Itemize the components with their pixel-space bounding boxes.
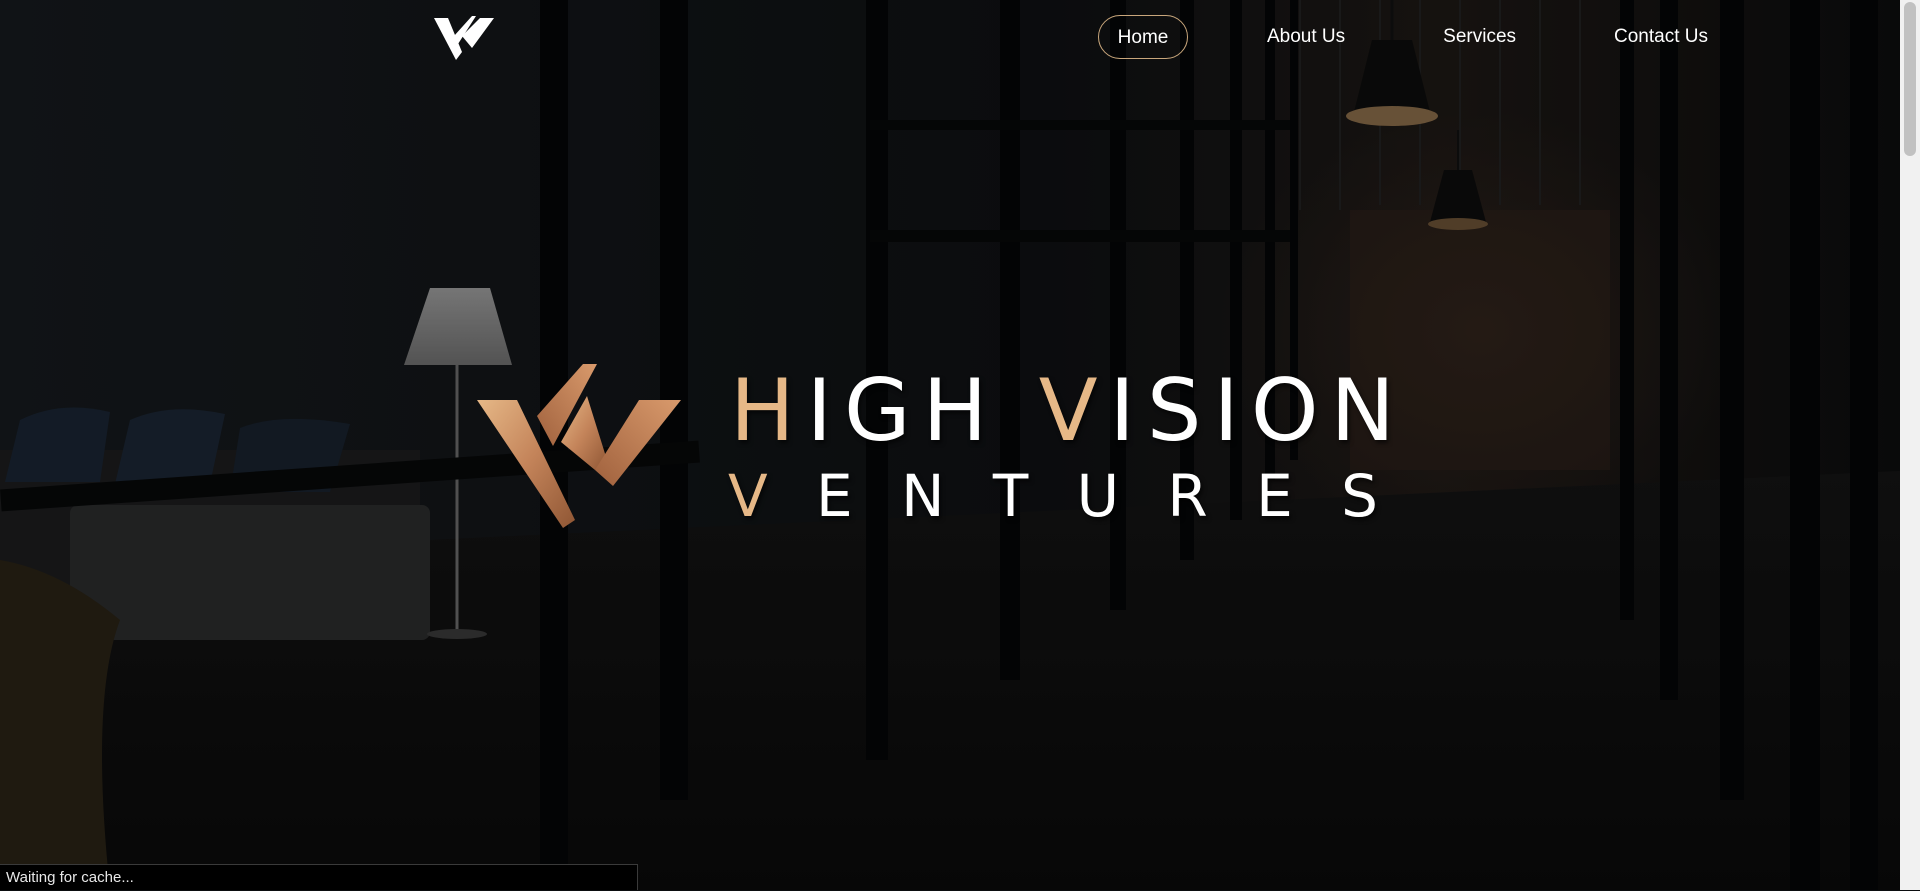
hero-subtitle-letter: N <box>901 462 945 530</box>
page-scrollbar[interactable] <box>1900 0 1920 890</box>
hero-title: HIGH VISION <box>730 368 1407 454</box>
hero-subtitle-letter: E <box>1256 462 1293 530</box>
hero-title-initial-h: H <box>730 361 807 461</box>
hero-title-initial-v: V <box>1038 361 1110 461</box>
main-nav: Home About Us Services Contact Us <box>1098 14 1726 60</box>
scrollbar-thumb[interactable] <box>1904 2 1916 156</box>
nav-home-link[interactable]: Home <box>1098 15 1188 59</box>
hero-subtitle-letter: U <box>1076 462 1120 530</box>
hero-subtitle-letter: T <box>992 462 1029 530</box>
hero-subtitle-letter: R <box>1167 462 1208 530</box>
nav-services-link[interactable]: Services <box>1425 15 1534 59</box>
hero-subtitle-letter: V <box>728 462 768 530</box>
hero-subtitle: V E N T U R E S <box>728 466 1378 526</box>
hero-title-word-2-rest: ISION <box>1109 361 1407 461</box>
browser-status-bar: Waiting for cache... <box>0 864 638 890</box>
hero-title-word-1-rest: IGH <box>806 361 1039 461</box>
nav-contact-link[interactable]: Contact Us <box>1596 15 1726 59</box>
hv-monogram-copper-icon <box>477 364 681 528</box>
hero-subtitle-letter: S <box>1341 462 1378 530</box>
hero-logo <box>475 362 685 530</box>
nav-about-link[interactable]: About Us <box>1249 15 1363 59</box>
nav-logo[interactable] <box>432 14 496 64</box>
hv-monogram-icon <box>434 16 494 60</box>
hero-subtitle-letter: E <box>816 462 853 530</box>
